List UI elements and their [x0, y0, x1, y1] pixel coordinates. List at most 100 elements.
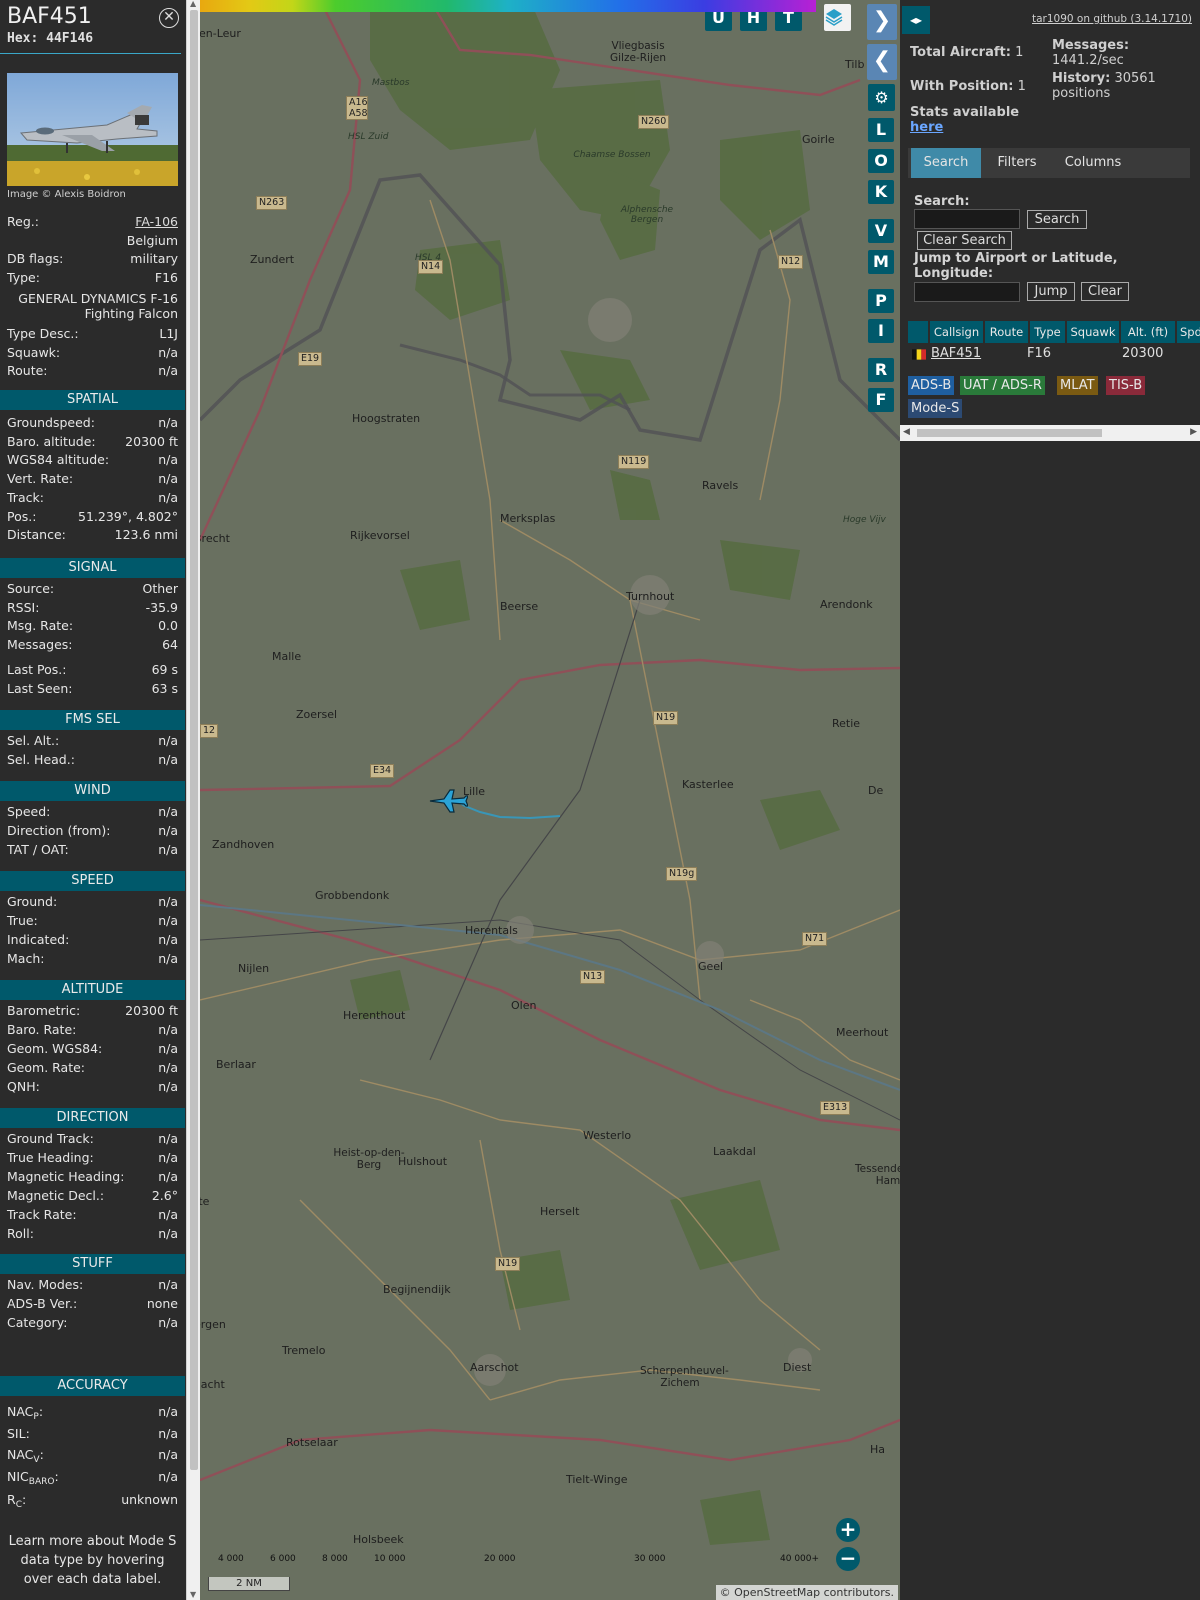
signal-row: Last Pos.: 69 s — [7, 662, 178, 677]
stats-link[interactable]: here — [910, 120, 943, 135]
spatial-row: Pos.: 51.239°, 4.802° — [7, 509, 178, 524]
col-speed[interactable]: Spd. — [1177, 321, 1200, 343]
stats-available: Stats available here — [910, 105, 1020, 135]
reg-link[interactable]: FA-106 — [135, 213, 178, 231]
map-place-label: Heist-op-den-Berg — [333, 1147, 405, 1171]
aircraft-marker-icon[interactable] — [428, 786, 468, 816]
map-button-m[interactable]: M — [868, 250, 894, 274]
signal-row: Last Seen: 63 s — [7, 681, 178, 696]
panel-toggle-icon[interactable]: ◂▸ — [902, 6, 930, 34]
scroll-up-icon[interactable]: ▲ — [190, 0, 196, 8]
layers-icon[interactable] — [824, 4, 851, 31]
col-callsign[interactable]: Callsign — [930, 321, 984, 343]
section-wind: WIND — [0, 781, 185, 801]
spatial-row: Distance: 123.6 nmi — [7, 527, 178, 542]
search-label: Search: — [914, 194, 970, 209]
map-place-label: De — [868, 784, 884, 797]
gear-icon[interactable]: ⚙ — [868, 84, 895, 111]
country-row: Belgium — [126, 233, 178, 248]
section-direction: DIRECTION — [0, 1108, 185, 1128]
scroll-thumb[interactable] — [190, 10, 198, 1470]
clear-button[interactable]: Clear — [1081, 282, 1129, 301]
map-attribution[interactable]: © OpenStreetMap contributors. — [715, 1585, 898, 1600]
scroll-down-icon[interactable]: ▼ — [190, 1590, 196, 1599]
zoom-out-button[interactable]: − — [836, 1547, 860, 1571]
road-shield: A16 A58 — [346, 96, 368, 120]
map-place-label: Beerse — [500, 600, 539, 613]
direction-row: Roll: n/a — [7, 1226, 178, 1241]
map-place-label: Tielt-Winge — [566, 1473, 628, 1486]
col-alt[interactable]: Alt. (ft) — [1121, 321, 1176, 343]
info-panel-scrollbar[interactable]: ▲ ▼ — [186, 0, 200, 1600]
section-fmssel: FMS SEL — [0, 710, 185, 730]
road-shield: N19g — [666, 867, 698, 881]
col-route[interactable]: Route — [985, 321, 1029, 343]
table-horizontal-scrollbar[interactable]: ◀ ▶ — [900, 425, 1200, 441]
spatial-row: Track: n/a — [7, 490, 178, 505]
road-shield: E34 — [370, 764, 395, 778]
col-type[interactable]: Type — [1030, 321, 1066, 343]
map-place-label: Berlaar — [216, 1058, 256, 1071]
belgium-flag-icon — [912, 349, 926, 360]
callsign-title: BAF451 — [7, 4, 92, 29]
prev-icon[interactable]: ❮ — [867, 44, 897, 80]
section-spatial: SPATIAL — [0, 390, 185, 410]
map-button-k[interactable]: K — [868, 180, 894, 204]
search-button[interactable]: Search — [1027, 210, 1087, 229]
map-place-label: Holsbeek — [353, 1533, 404, 1546]
spatial-row: Groundspeed: n/a — [7, 415, 178, 430]
legend-adsb: ADS-B — [908, 376, 955, 395]
signal-row: Msg. Rate: 0.0 — [7, 618, 178, 633]
map-place-label: Olen — [511, 999, 537, 1012]
map-button-i[interactable]: I — [868, 319, 894, 343]
jump-label: Jump to Airport or Latitude, Longitude: — [914, 251, 1118, 281]
photo-credit: Image © Alexis Boidron — [7, 189, 126, 200]
map-button-o[interactable]: O — [868, 149, 894, 173]
map-place-label: Herenthout — [343, 1009, 406, 1022]
tab-search[interactable]: Search — [911, 148, 981, 178]
road-shield: N260 — [638, 115, 670, 129]
altitude-color-legend — [200, 0, 816, 12]
map-button-p[interactable]: P — [868, 289, 894, 313]
scroll-right-icon[interactable]: ▶ — [1190, 427, 1197, 437]
map-place-label: Rijkevorsel — [350, 529, 410, 542]
github-link[interactable]: tar1090 on github (3.14.1710) — [1032, 13, 1192, 25]
map-place-label: Scherpenheuvel-Zichem — [640, 1365, 729, 1389]
map-button-v[interactable]: V — [868, 219, 894, 243]
clear-search-button[interactable]: Clear Search — [917, 231, 1012, 250]
reg-row: Reg.: FA-106 — [7, 213, 178, 231]
search-input[interactable] — [914, 209, 1020, 229]
scroll-left-icon[interactable]: ◀ — [903, 427, 910, 437]
road-shield: N19 — [653, 711, 679, 725]
map-place-label: Begijnendijk — [383, 1283, 451, 1296]
altitude-legend-label: 10 000 — [374, 1554, 406, 1564]
aircraft-photo[interactable] — [7, 73, 178, 186]
col-squawk[interactable]: Squawk — [1067, 321, 1120, 343]
jump-input[interactable] — [914, 282, 1020, 302]
map-place-label: Chaamse Bossen — [573, 150, 651, 160]
zoom-in-button[interactable]: + — [836, 1518, 860, 1542]
map-place-label: Merksplas — [500, 512, 556, 525]
map-view[interactable]: Zundert Hoogstraten Rijkevorsel Merksplas Ra… — [200, 0, 900, 1600]
map-place-label: Nijlen — [238, 962, 270, 975]
close-icon[interactable]: ✕ — [159, 8, 179, 28]
spatial-row: WGS84 altitude: n/a — [7, 452, 178, 467]
map-button-r[interactable]: R — [868, 358, 894, 382]
section-altitude: ALTITUDE — [0, 980, 185, 1000]
map-place-label: Tessenderlo-Ham — [855, 1163, 900, 1187]
map-place-label: Mastbos — [372, 78, 410, 88]
next-icon[interactable]: ❯ — [867, 4, 897, 40]
map-place-label: Zoersel — [296, 708, 338, 721]
direction-row: Ground Track: n/a — [7, 1131, 178, 1146]
altitude-legend-label: 4 000 — [218, 1554, 244, 1564]
tab-columns[interactable]: Columns — [1052, 148, 1134, 178]
map-button-f[interactable]: F — [868, 388, 894, 412]
jump-button[interactable]: Jump — [1027, 282, 1075, 301]
map-button-l[interactable]: L — [868, 118, 894, 142]
tab-filters[interactable]: Filters — [985, 148, 1049, 178]
altitude-legend-label: 20 000 — [484, 1554, 516, 1564]
row-callsign[interactable]: BAF451 — [931, 345, 981, 363]
hscroll-thumb[interactable] — [917, 429, 1102, 437]
altitude-legend-label: 6 000 — [270, 1554, 296, 1564]
map-place-label: Turnhout — [626, 590, 675, 603]
